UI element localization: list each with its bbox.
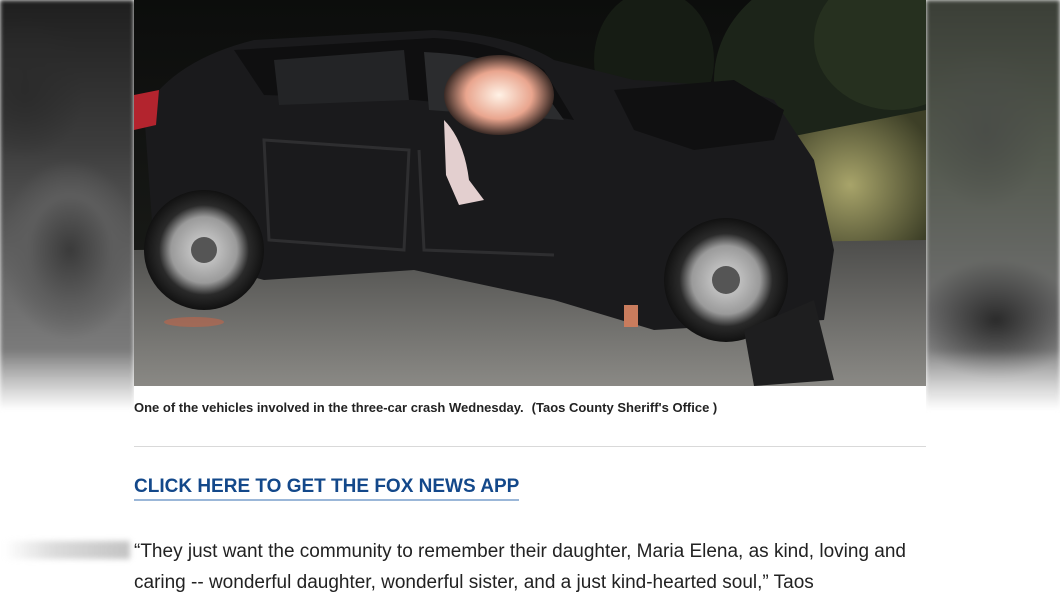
- article-page: One of the vehicles involved in the thre…: [0, 0, 1060, 596]
- article-photo[interactable]: [134, 0, 926, 386]
- crashed-suv-image: [134, 0, 926, 386]
- photo-caption-area: One of the vehicles involved in the thre…: [134, 386, 926, 447]
- get-fox-news-app-link[interactable]: CLICK HERE TO GET THE FOX NEWS APP: [134, 476, 520, 501]
- article-body: “They just want the community to remembe…: [134, 536, 924, 596]
- blurred-backdrop-left: [0, 0, 134, 410]
- caption-text: One of the vehicles involved in the thre…: [134, 400, 524, 415]
- article-paragraph: “They just want the community to remembe…: [134, 541, 906, 593]
- article-column: One of the vehicles involved in the thre…: [134, 0, 926, 447]
- blurred-side-element: [4, 541, 130, 559]
- caption-credit: (Taos County Sheriff's Office ): [531, 400, 718, 415]
- blurred-backdrop-right: [926, 0, 1060, 410]
- photo-caption: One of the vehicles involved in the thre…: [134, 400, 717, 415]
